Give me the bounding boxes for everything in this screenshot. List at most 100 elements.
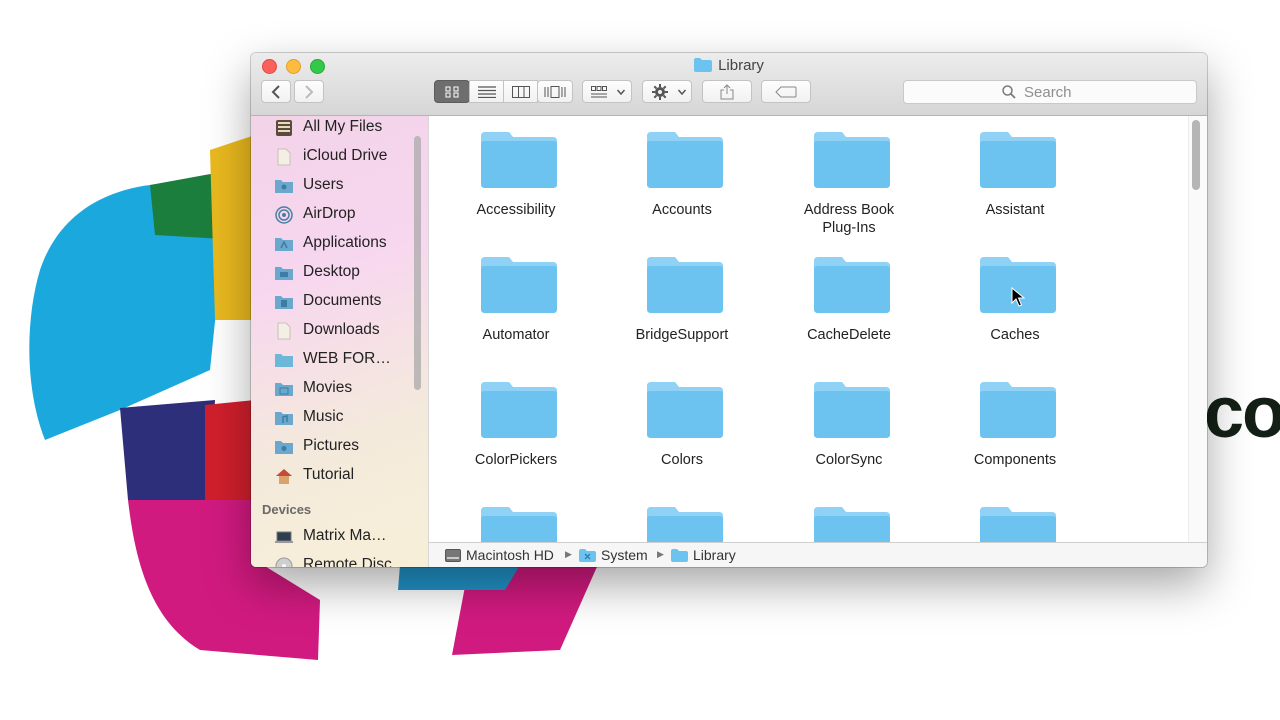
folder-item-assistant[interactable]: Assistant [940,116,1090,226]
folder-item[interactable] [940,491,1090,542]
folder-item-address-book-plug-ins[interactable]: Address Book Plug-Ins [774,116,924,236]
mouse-cursor-icon [1011,287,1025,307]
sidebar-item-all-my-files[interactable]: All My Files [251,116,421,142]
folder-item-components[interactable]: Components [940,366,1090,476]
search-placeholder: Search [1024,84,1072,101]
sidebar-label: Users [303,176,344,193]
breadcrumb-system[interactable]: System [601,547,648,563]
sidebar-item-web-folder[interactable]: WEB FOR… [251,348,421,374]
sidebar-scrollbar[interactable] [414,136,421,390]
folder-name: Accounts [652,202,712,218]
folder-item[interactable] [441,491,591,542]
breadcrumb-separator-icon: ▶ [565,549,572,559]
sidebar-item-airdrop[interactable]: AirDrop [251,203,421,229]
window-title: Library [251,57,1207,74]
folder-name: ColorSync [815,452,883,468]
folder-icon [481,257,557,313]
back-button[interactable] [261,80,291,103]
folder-name: ColorPickers [474,452,558,468]
file-grid: Accessibility Accounts Address Book Plug… [429,116,1207,542]
folder-item-colorsync[interactable]: ColorSync [774,366,924,476]
column-view-button[interactable] [503,80,538,103]
folder-item-cachedelete[interactable]: CacheDelete [774,241,924,351]
sidebar-label: Downloads [303,321,380,338]
pictures-folder-icon [275,441,293,454]
folder-icon [671,549,688,562]
downloads-icon [277,322,291,340]
icloud-drive-icon [277,148,291,166]
icon-view-button[interactable] [434,80,470,103]
sidebar-item-documents[interactable]: Documents [251,290,421,316]
edit-tags-button[interactable] [761,80,811,103]
sidebar-item-users[interactable]: Users [251,174,421,200]
grid-view-icon [445,86,459,97]
share-button[interactable] [702,80,752,103]
applications-folder-icon [275,238,293,251]
laptop-icon [275,531,293,543]
sidebar-item-icloud-drive[interactable]: iCloud Drive [251,145,421,171]
folder-item-automator[interactable]: Automator [441,241,591,351]
sidebar-item-tutorial[interactable]: Tutorial [251,464,421,490]
folder-name: Assistant [985,202,1045,218]
search-icon [1002,85,1016,99]
sidebar-label: All My Files [303,118,383,135]
background-brand-text: co [1204,373,1280,453]
airdrop-icon [275,206,293,224]
devices-heading: Devices [262,502,312,517]
sidebar-item-pictures[interactable]: Pictures [251,435,421,461]
folder-name: Caches [990,327,1040,343]
scrollbar-thumb[interactable] [1192,120,1200,190]
breadcrumb-macintosh-hd[interactable]: Macintosh HD [466,547,554,563]
path-bar: Macintosh HD ▶ System ▶ Library [429,542,1207,567]
forward-button[interactable] [294,80,324,103]
sidebar-label: Movies [303,379,353,396]
tag-icon [775,86,797,97]
action-menu-button[interactable] [642,80,692,103]
folder-icon [275,354,293,367]
sidebar-label: Desktop [303,263,360,280]
sidebar-item-applications[interactable]: Applications [251,232,421,258]
folder-item-colors[interactable]: Colors [607,366,757,476]
share-icon [720,83,734,99]
sidebar-item-movies[interactable]: Movies [251,377,421,403]
folder-name: Colors [661,452,703,468]
search-field[interactable]: Search [903,80,1197,104]
folder-item[interactable] [607,491,757,542]
folder-icon [980,132,1056,188]
folder-icon [814,382,890,438]
documents-folder-icon [275,296,293,309]
sidebar-item-desktop[interactable]: Desktop [251,261,421,287]
scrollbar-track[interactable] [1188,116,1207,542]
music-folder-icon [275,412,293,425]
folder-item[interactable] [774,491,924,542]
folder-item-accessibility[interactable]: Accessibility [441,116,591,226]
folder-icon [647,257,723,313]
window-title-text: Library [718,57,764,74]
sidebar-item-music[interactable]: Music [251,406,421,432]
sidebar-label: Applications [303,234,387,251]
coverflow-view-icon [544,85,566,98]
chevron-down-icon [616,89,626,95]
folder-item-accounts[interactable]: Accounts [607,116,757,226]
finder-window: Library Search All My Files iCloud Drive… [251,53,1207,567]
coverflow-view-button[interactable] [537,80,573,103]
folder-icon [481,507,557,542]
sidebar-item-downloads[interactable]: Downloads [251,319,421,345]
folder-item-colorpickers[interactable]: ColorPickers [441,366,591,476]
sidebar-item-matrix-macbook[interactable]: Matrix Ma… [251,525,421,551]
folder-icon [980,382,1056,438]
sidebar-label: WEB FOR… [303,350,391,367]
folder-icon [481,132,557,188]
breadcrumb-library[interactable]: Library [693,547,736,563]
breadcrumb-separator-icon: ▶ [657,549,664,559]
list-view-button[interactable] [469,80,504,103]
folder-icon [814,257,890,313]
folder-name: Automator [482,327,550,343]
all-my-files-icon [276,120,292,136]
folder-item-bridgesupport[interactable]: BridgeSupport [607,241,757,351]
arrange-menu-button[interactable] [582,80,632,103]
movies-folder-icon [275,383,293,396]
home-icon [276,469,292,484]
sidebar-label: Tutorial [303,466,355,483]
sidebar-item-remote-disc[interactable]: Remote Disc [251,554,421,567]
